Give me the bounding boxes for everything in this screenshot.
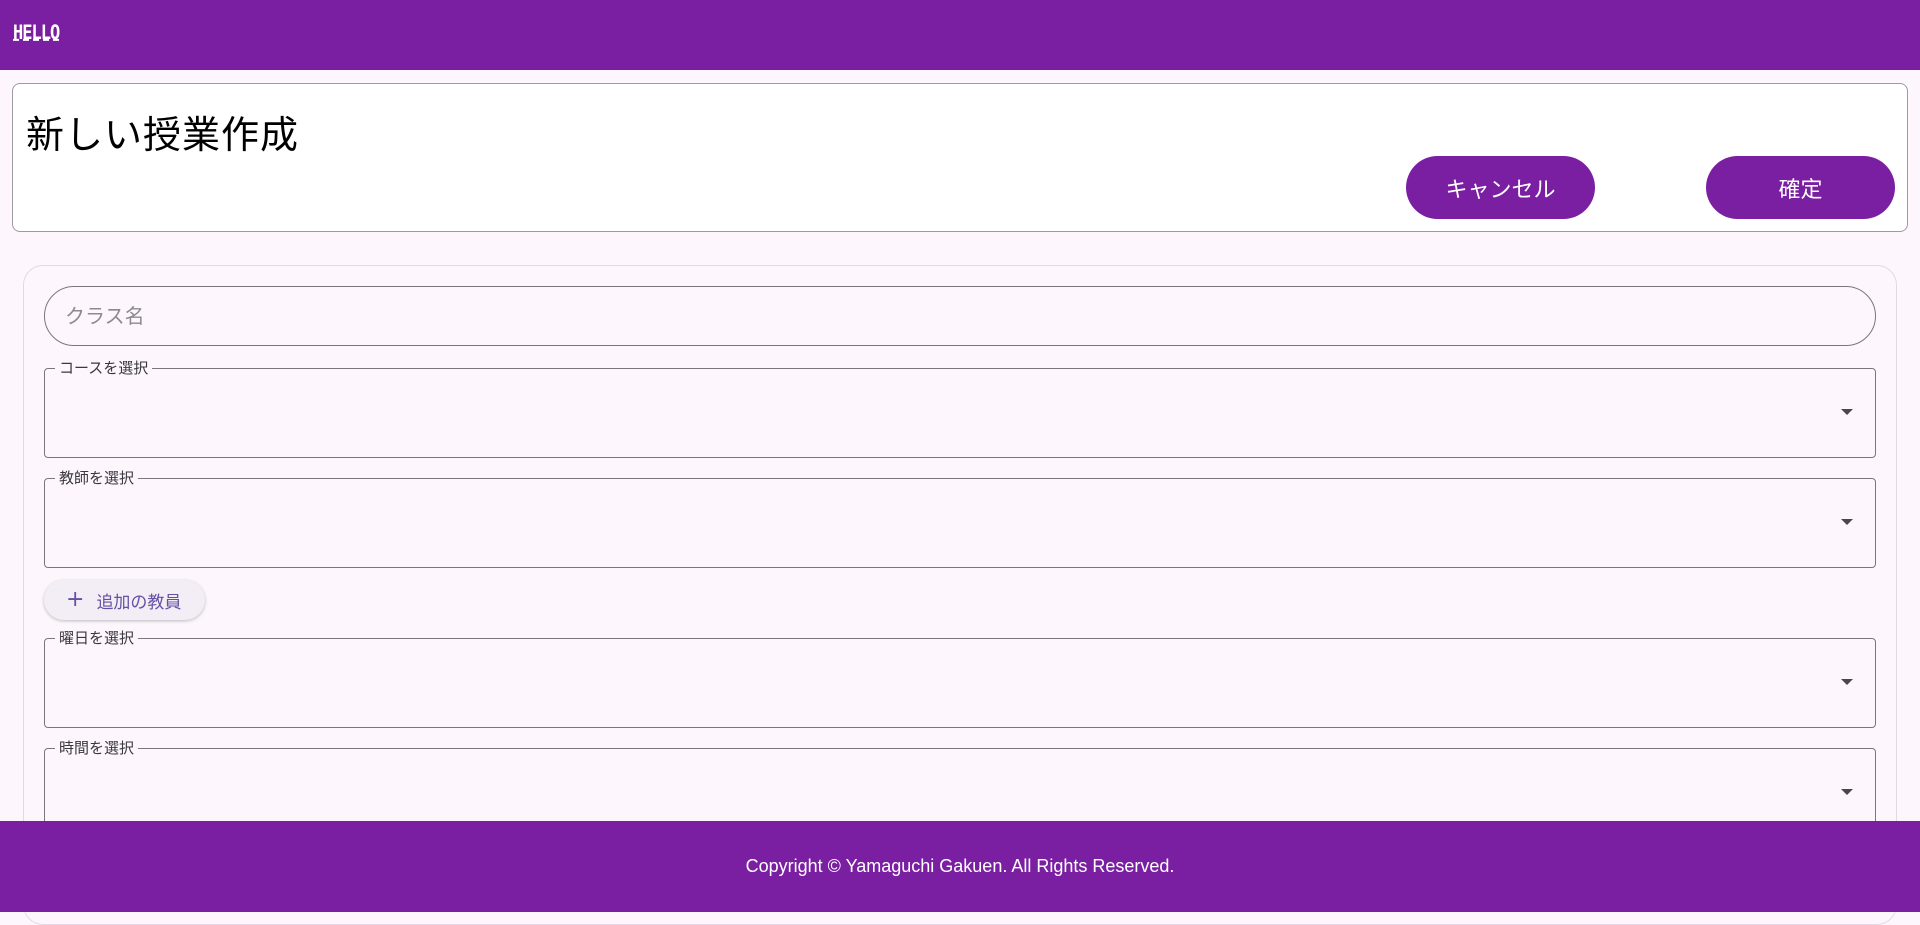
page-title: 新しい授業作成 xyxy=(26,113,300,157)
chevron-down-icon xyxy=(1841,679,1853,685)
chevron-down-icon xyxy=(1841,409,1853,415)
plus-icon: + xyxy=(66,587,85,612)
page-header-card: 新しい授業作成 キャンセル 確定 xyxy=(12,83,1908,232)
teacher-select-label: 教師を選択 xyxy=(55,469,139,487)
cancel-button[interactable]: キャンセル xyxy=(1406,156,1595,219)
add-teacher-button[interactable]: + 追加の教員 xyxy=(44,580,205,620)
add-teacher-label: 追加の教員 xyxy=(96,592,182,613)
chevron-down-icon xyxy=(1841,519,1853,525)
app-bar: HELLO xyxy=(0,0,1920,70)
time-select-label: 時間を選択 xyxy=(55,739,139,757)
course-select-label: コースを選択 xyxy=(55,359,153,377)
footer: Copyright © Yamaguchi Gakuen. All Rights… xyxy=(0,821,1920,912)
teacher-select[interactable]: 教師を選択 xyxy=(44,469,1876,568)
day-select-label: 曜日を選択 xyxy=(55,629,139,647)
confirm-button[interactable]: 確定 xyxy=(1706,156,1895,219)
copyright-text: Copyright © Yamaguchi Gakuen. All Rights… xyxy=(745,856,1175,876)
class-name-input[interactable] xyxy=(44,286,1876,346)
course-select[interactable]: コースを選択 xyxy=(44,359,1876,458)
chevron-down-icon xyxy=(1841,789,1853,795)
app-logo[interactable]: HELLO xyxy=(13,19,60,47)
day-select[interactable]: 曜日を選択 xyxy=(44,629,1876,728)
